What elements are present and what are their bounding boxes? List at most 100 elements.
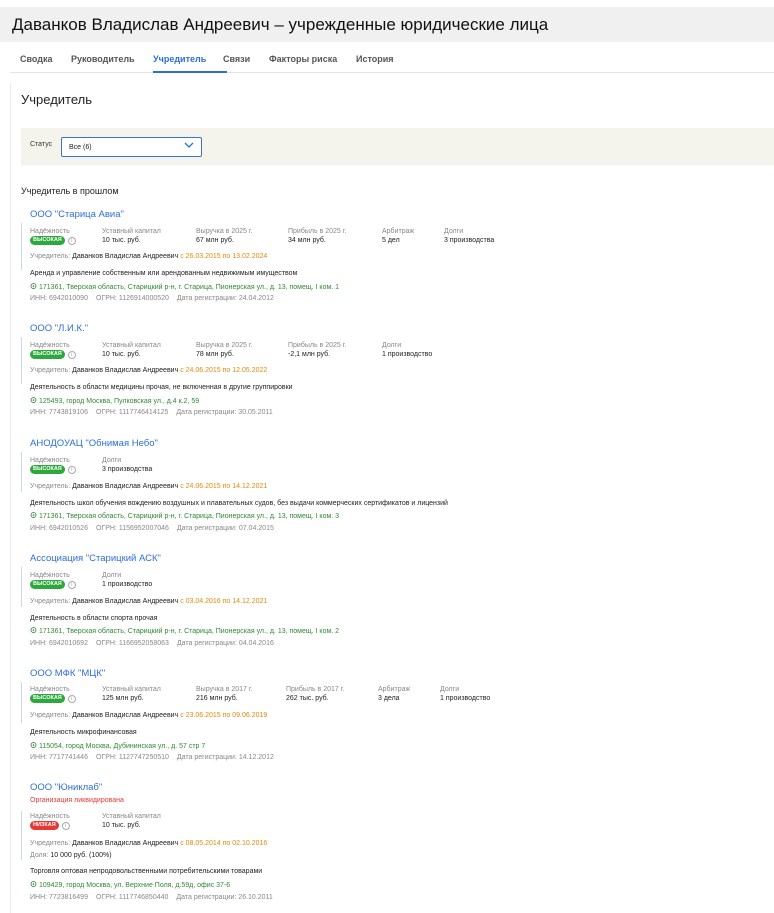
tab-summary[interactable]: Сводка [20, 54, 53, 64]
metric: Выручка в 2025 г. 67 млн руб. [196, 227, 253, 246]
info-icon[interactable]: i [67, 465, 76, 474]
metric-value: 10 тыс. руб. [102, 237, 141, 244]
metric: Уставный капитал 10 тыс. руб. [102, 812, 161, 831]
past-founder-header: Учредитель в прошлом [21, 186, 119, 196]
info-icon[interactable]: i [67, 694, 76, 703]
info-icon[interactable]: i [67, 236, 76, 245]
tab-founder[interactable]: Учредитель [153, 54, 206, 64]
metric-label: Арбитраж [378, 686, 411, 693]
metric: Прибыль в 2025 г. -2,1 млн руб. [288, 341, 346, 360]
metric-value: 216 млн руб. [196, 695, 238, 702]
org-name-link[interactable]: ООО МФК "МЦК" [30, 668, 105, 679]
founder-period: с 24.06.2015 по 14.12.2021 [180, 483, 268, 490]
reliability-label: Надёжность [30, 813, 70, 820]
divider [21, 682, 22, 723]
org-name-link[interactable]: ООО "Л.И.К." [30, 323, 88, 334]
share-prefix: Доля: [30, 852, 49, 859]
reliability-badge: ВЫСОКАЯ [30, 580, 65, 589]
status-select[interactable]: Все (6) [61, 137, 202, 157]
tab-manager[interactable]: Руководитель [71, 54, 135, 64]
inn: ИНН: 7717741446 [30, 754, 88, 761]
metric-value: 10 тыс. руб. [102, 351, 141, 358]
divider [21, 223, 22, 270]
activity: Деятельность микрофинансовая [30, 729, 137, 736]
tab-history[interactable]: История [356, 54, 394, 64]
filter-bar: Статус Все (6) [21, 128, 774, 165]
address-text: 125493, город Москва, Пулковская ул., д.… [39, 398, 200, 405]
org-name-link[interactable]: ООО "Старица Авиа" [30, 209, 124, 220]
metric-value: 3 производства [444, 237, 495, 244]
reliability-label: Надёжность [30, 457, 70, 464]
reliability: Надёжность ВЫСОКАЯ i [30, 685, 76, 704]
founder-prefix: Учредитель: [30, 253, 71, 260]
liquidated-status: Организация ликвидирована [30, 797, 124, 804]
info-icon[interactable]: i [61, 821, 70, 830]
founder-line: Учредитель: Даванков Владислав Андреевич… [30, 483, 267, 490]
founder-line: Учредитель: Даванков Владислав Андреевич… [30, 712, 267, 719]
org-card: ООО "Старица Авиа" Надёжность ВЫСОКАЯ i У… [21, 209, 761, 309]
org-ids: ИНН: 7717741446 ОГРН: 1127747250510 Дата р… [30, 754, 282, 761]
tab-risk-factors[interactable]: Факторы риска [269, 54, 337, 64]
divider [21, 337, 22, 384]
org-ids: ИНН: 6942010090 ОГРН: 1126914000520 Дата р… [30, 295, 282, 302]
reg-date: Дата регистрации: 24.04.2012 [176, 295, 274, 302]
metric-label: Прибыль в 2025 г. [288, 228, 347, 235]
address: 171361, Тверская область, Старицкий р-н,… [30, 627, 339, 635]
tab-connections[interactable]: Связи [223, 54, 250, 64]
founder-period: с 24.06.2015 по 12.05.2022 [180, 367, 268, 374]
reliability: Надёжность ВЫСОКАЯ i [30, 227, 76, 246]
reliability-label: Надёжность [30, 572, 70, 579]
founder-period: с 03.04.2016 по 14.12.2021 [180, 598, 268, 605]
status-select-value: Все (6) [69, 144, 92, 151]
activity: Торговля оптовая непродовольственными по… [30, 868, 263, 875]
activity: Деятельность школ обучения вождению возд… [30, 500, 448, 507]
metric-label: Долги [444, 228, 464, 235]
org-name-link[interactable]: АНОДОУАЦ "Обнимая Небо" [30, 438, 158, 449]
reg-date: Дата регистрации: 04.04.2016 [176, 640, 274, 647]
title-bar: Даванков Владислав Андреевич – учрежденн… [0, 7, 774, 42]
metric: Прибыль в 2025 г. 34 млн руб. [288, 227, 346, 246]
address-text: 171361, Тверская область, Старицкий р-н,… [39, 513, 340, 520]
info-icon[interactable]: i [67, 580, 76, 589]
metric-label: Выручка в 2017 г. [196, 686, 253, 693]
founder-name: Даванков Владислав Андреевич [72, 483, 179, 490]
founder-line: Учредитель: Даванков Владислав Андреевич… [30, 840, 267, 847]
metric-value: 34 млн руб. [288, 237, 326, 244]
info-icon[interactable]: i [67, 350, 76, 359]
metric-label: Уставный капитал [102, 228, 161, 235]
section-title: Учредитель [21, 92, 93, 107]
reliability: Надёжность ВЫСОКАЯ i [30, 571, 76, 590]
ogrn: ОГРН: 1166952058063 [95, 640, 169, 647]
reliability: Надёжность НИЗКАЯ i [30, 812, 70, 831]
location-pin-icon [30, 881, 37, 887]
metric-label: Прибыль в 2025 г. [288, 342, 347, 349]
ogrn: ОГРН: 1117746850440 [95, 894, 169, 901]
address: 115054, город Москва, Дубининская ул., д… [30, 742, 205, 750]
org-name-link[interactable]: Ассоциация "Старицкий АСК" [30, 553, 161, 564]
org-name-link[interactable]: ООО "Юниклаб" [30, 782, 102, 793]
activity: Деятельность в области медицины прочая, … [30, 384, 293, 391]
metric-value: 1 производство [382, 351, 433, 358]
address: 109429, город Москва, ул. Верхние Поля, … [30, 881, 230, 889]
address: 125493, город Москва, Пулковская ул., д.… [30, 397, 199, 405]
active-tab-indicator [153, 71, 227, 73]
org-card: ООО "Л.И.К." Надёжность ВЫСОКАЯ i Уставны… [21, 323, 761, 423]
metric-value: 1 производство [102, 581, 153, 588]
metric: Выручка в 2017 г. 216 млн руб. [196, 685, 253, 704]
reliability: Надёжность ВЫСОКАЯ i [30, 341, 76, 360]
metric: Долги 1 производство [382, 341, 432, 360]
org-ids: ИНН: 6942010692 ОГРН: 1166952058063 Дата р… [30, 640, 282, 647]
reliability: Надёжность ВЫСОКАЯ i [30, 456, 76, 475]
ogrn: ОГРН: 1117746414125 [95, 409, 169, 416]
founder-name: Даванков Владислав Андреевич [72, 598, 179, 605]
metric: Арбитраж 3 дела [378, 685, 410, 704]
reliability-label: Надёжность [30, 686, 70, 693]
metric-value: 1 производство [440, 695, 491, 702]
metric-value: 3 дела [378, 695, 400, 702]
metric: Долги 3 производства [444, 227, 494, 246]
founder-name: Даванков Владислав Андреевич [72, 367, 179, 374]
metric-label: Долги [382, 342, 402, 349]
org-card: Ассоциация "Старицкий АСК" Надёжность ВЫ… [21, 553, 761, 653]
founder-prefix: Учредитель: [30, 483, 71, 490]
reliability-badge: ВЫСОКАЯ [30, 465, 65, 474]
